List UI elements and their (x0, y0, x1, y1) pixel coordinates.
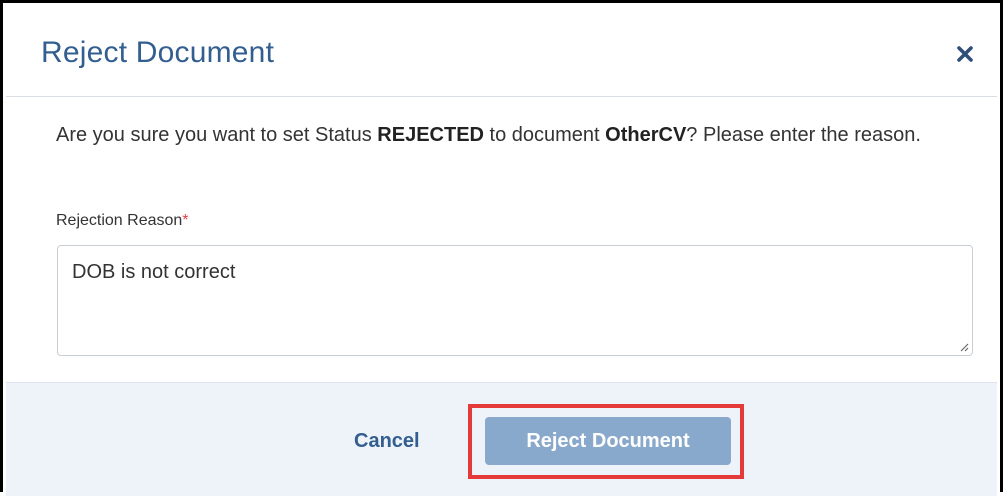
reject-document-dialog: Reject Document Are you sure you want to… (0, 0, 1003, 496)
message-text-1: Are you sure you want to set Status (56, 124, 378, 146)
required-marker: * (182, 212, 189, 229)
confirmation-message: Are you sure you want to set Status REJE… (56, 119, 966, 152)
dialog-footer: Cancel Reject Document (6, 382, 997, 496)
document-name: OtherCV (605, 124, 687, 146)
dialog-title: Reject Document (41, 36, 275, 69)
close-button[interactable] (953, 42, 977, 66)
status-value: REJECTED (377, 124, 484, 146)
resize-grip-icon[interactable] (957, 340, 969, 352)
dialog-header: Reject Document (6, 6, 997, 97)
rejection-reason-value: DOB is not correct (72, 261, 236, 283)
cancel-button[interactable]: Cancel (354, 430, 420, 453)
dialog-body: Are you sure you want to set Status REJE… (6, 97, 997, 382)
rejection-reason-label-text: Rejection Reason (56, 212, 183, 229)
rejection-reason-label: Rejection Reason* (56, 212, 189, 230)
message-text-2: to document (483, 124, 606, 146)
rejection-reason-textarea[interactable]: DOB is not correct (57, 245, 973, 356)
close-icon (957, 46, 973, 62)
reject-document-button[interactable]: Reject Document (485, 417, 731, 465)
message-text-3: ? Please enter the reason. (686, 124, 921, 146)
